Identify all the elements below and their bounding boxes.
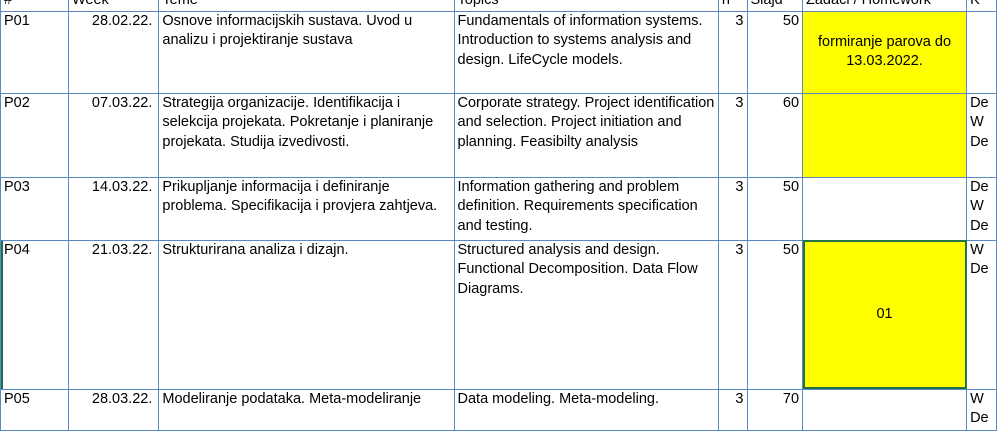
header-teme[interactable]: Teme bbox=[158, 0, 455, 12]
cell-zadaci[interactable] bbox=[802, 176, 968, 241]
cell-hours[interactable]: 3 bbox=[717, 92, 748, 178]
cell-teme[interactable]: Osnove informacijskih sustava. Uvod u an… bbox=[158, 10, 455, 94]
cell-count[interactable]: 50 bbox=[746, 176, 804, 241]
cell-zadaci[interactable] bbox=[802, 92, 968, 178]
cell-date[interactable]: 21.03.22. bbox=[67, 239, 160, 390]
cell-id[interactable]: P02 bbox=[0, 92, 69, 178]
cell-topics[interactable]: Structured analysis and design. Function… bbox=[453, 239, 719, 390]
cell-teme[interactable]: Strategija organizacije. Identifikacija … bbox=[158, 92, 455, 178]
cell-zadaci[interactable] bbox=[802, 388, 968, 431]
table-row: P02 07.03.22. Strategija organizacije. I… bbox=[0, 92, 997, 178]
cell-teme[interactable]: Modeliranje podataka. Meta-modeliranje bbox=[158, 388, 455, 431]
cell-id[interactable]: P03 bbox=[0, 176, 69, 241]
cell-teme[interactable]: Strukturirana analiza i dizajn. bbox=[158, 239, 455, 390]
cell-teme[interactable]: Prikupljanje informacija i definiranje p… bbox=[158, 176, 455, 241]
cell-hours[interactable]: 3 bbox=[717, 388, 748, 431]
header-row: # Week Teme Topics h Slajd Zadaci / Home… bbox=[0, 0, 997, 12]
cell-date[interactable]: 14.03.22. bbox=[67, 176, 160, 241]
spreadsheet-grid: # Week Teme Topics h Slajd Zadaci / Home… bbox=[0, 0, 997, 431]
cell-extra[interactable]: De W De bbox=[966, 92, 997, 178]
cell-count[interactable]: 50 bbox=[746, 239, 804, 390]
header-extra[interactable]: K bbox=[966, 0, 997, 12]
table-row: P04 21.03.22. Strukturirana analiza i di… bbox=[0, 239, 997, 390]
cell-id[interactable]: P05 bbox=[0, 388, 69, 431]
cell-count[interactable]: 50 bbox=[746, 10, 804, 94]
cell-hours[interactable]: 3 bbox=[717, 239, 748, 390]
cell-count[interactable]: 60 bbox=[746, 92, 804, 178]
table-row: P03 14.03.22. Prikupljanje informacija i… bbox=[0, 176, 997, 241]
cell-count[interactable]: 70 bbox=[746, 388, 804, 431]
header-week[interactable]: Week bbox=[67, 0, 160, 12]
cell-date[interactable]: 07.03.22. bbox=[67, 92, 160, 178]
cell-extra[interactable]: W De bbox=[966, 388, 997, 431]
cell-hours[interactable]: 3 bbox=[717, 176, 748, 241]
cell-date[interactable]: 28.02.22. bbox=[67, 10, 160, 94]
cell-extra[interactable]: W De bbox=[966, 239, 997, 390]
cell-id[interactable]: P01 bbox=[0, 10, 69, 94]
cell-topics[interactable]: Fundamentals of information systems. Int… bbox=[453, 10, 719, 94]
table-row: P05 28.03.22. Modeliranje podataka. Meta… bbox=[0, 388, 997, 431]
header-topics[interactable]: Topics bbox=[453, 0, 719, 12]
cell-extra[interactable] bbox=[966, 10, 997, 94]
header-slajdovi[interactable]: Slajd bbox=[746, 0, 804, 12]
cell-zadaci-selected[interactable]: 01 bbox=[802, 239, 968, 390]
header-zadaci[interactable]: Zadaci / Homework bbox=[802, 0, 968, 12]
cell-topics[interactable]: Information gathering and problem defini… bbox=[453, 176, 719, 241]
cell-extra[interactable]: De W De bbox=[966, 176, 997, 241]
cell-id[interactable]: P04 bbox=[0, 239, 69, 390]
cell-topics[interactable]: Data modeling. Meta-modeling. bbox=[453, 388, 719, 431]
cell-hours[interactable]: 3 bbox=[717, 10, 748, 94]
header-h[interactable]: h bbox=[717, 0, 748, 12]
table-row: P01 28.02.22. Osnove informacijskih sust… bbox=[0, 10, 997, 94]
cell-date[interactable]: 28.03.22. bbox=[67, 388, 160, 431]
header-hash[interactable]: # bbox=[0, 0, 69, 12]
cell-zadaci[interactable]: formiranje parova do 13.03.2022. bbox=[802, 10, 968, 94]
cell-topics[interactable]: Corporate strategy. Project identificati… bbox=[453, 92, 719, 178]
